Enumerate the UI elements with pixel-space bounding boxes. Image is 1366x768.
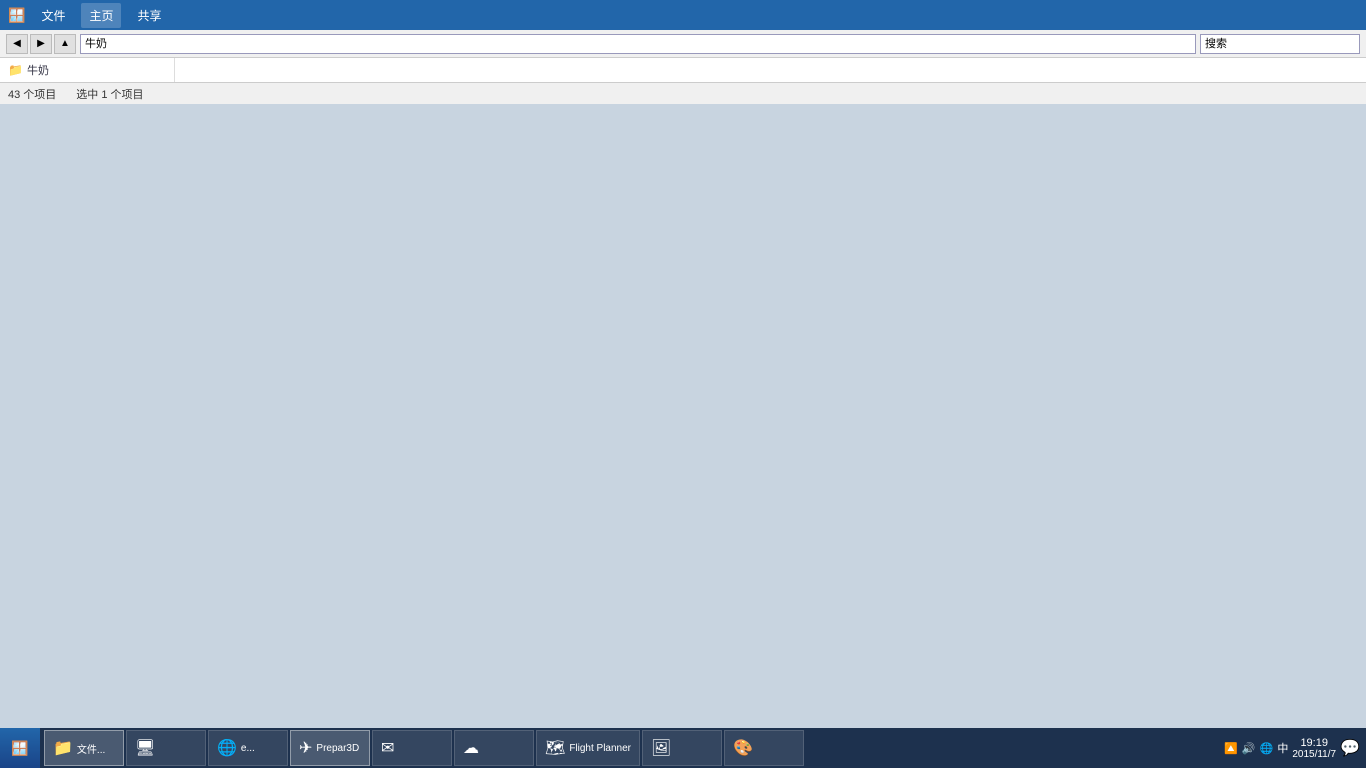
- taskbar-icon-8: 🎨: [733, 738, 753, 758]
- statusbar: 43 个项目 选中 1 个项目: [0, 82, 1366, 104]
- start-button[interactable]: 🪟: [0, 728, 40, 768]
- windows-icon: 🪟: [8, 7, 25, 24]
- sys-tray: 🔼 🔊 🌐 中: [1224, 740, 1288, 756]
- addressbar: ◀ ▶ ▲ 牛奶 搜索: [0, 30, 1366, 58]
- taskbar-item-1[interactable]: 🖥: [126, 730, 206, 766]
- sys-tray-icon-2: 🔊: [1242, 742, 1256, 755]
- taskbar-right: 🔼 🔊 🌐 中 19:19 2015/11/7 💬: [1218, 737, 1366, 760]
- forward-button[interactable]: ▶: [30, 34, 52, 54]
- items-count: 43 个项目: [8, 86, 56, 102]
- taskbar-icon-5: ☁: [463, 738, 479, 758]
- taskbar-item-5[interactable]: ☁: [454, 730, 534, 766]
- taskbar-item-3[interactable]: ✈ Prepar3D: [290, 730, 370, 766]
- taskbar-icon-3: ✈: [299, 738, 312, 758]
- back-button[interactable]: ◀: [6, 34, 28, 54]
- clock-date: 2015/11/7: [1292, 749, 1336, 760]
- nav-buttons: ◀ ▶ ▲: [6, 34, 76, 54]
- tab-share[interactable]: 共享: [129, 3, 169, 28]
- sidebar-label-1: 牛奶: [27, 62, 49, 78]
- win-taskbar: 🪟 📁 文件... 🖥 🌐 e... ✈ Prepar3D ✉ ☁ 🗺 Flig…: [0, 728, 1366, 768]
- taskbar-icon-4: ✉: [381, 738, 394, 758]
- selected-count: 选中 1 个项目: [76, 86, 143, 102]
- taskbar-label-0: 文件...: [77, 741, 105, 756]
- taskbar-item-6[interactable]: 🗺 Flight Planner: [536, 730, 640, 766]
- address-input[interactable]: 牛奶: [80, 34, 1196, 54]
- taskbar-icon-1: 🖥: [135, 738, 155, 758]
- taskbar-items: 📁 文件... 🖥 🌐 e... ✈ Prepar3D ✉ ☁ 🗺 Flight…: [40, 730, 1218, 766]
- up-button[interactable]: ▲: [54, 34, 76, 54]
- tab-file[interactable]: 文件: [33, 3, 73, 28]
- folder-icon: 📁: [8, 63, 23, 77]
- tab-home[interactable]: 主页: [81, 3, 121, 28]
- taskbar-icon-2: 🌐: [217, 738, 237, 758]
- sys-tray-icon-3: 🌐: [1260, 742, 1274, 755]
- windows-top-bar: 🪟 文件 主页 共享: [0, 0, 1366, 30]
- taskbar-item-2[interactable]: 🌐 e...: [208, 730, 288, 766]
- search-input[interactable]: 搜索: [1200, 34, 1360, 54]
- sys-tray-icon-1: 🔼: [1224, 742, 1238, 755]
- taskbar-icon-7: 🖼: [651, 738, 671, 758]
- taskbar-item-8[interactable]: 🎨: [724, 730, 804, 766]
- sys-tray-icon-4: 中: [1277, 740, 1288, 756]
- taskbar-clock[interactable]: 19:19 2015/11/7: [1292, 737, 1336, 760]
- notification-button[interactable]: 💬: [1340, 738, 1360, 758]
- taskbar-item-0[interactable]: 📁 文件...: [44, 730, 124, 766]
- main-area: 📁 牛奶 Prepar3D® Scenario Setup ─ □ ✕: [0, 58, 1366, 82]
- content-pane: Prepar3D® Scenario Setup ─ □ ✕ Vehicle: …: [175, 58, 1366, 82]
- taskbar-label-2: e...: [241, 743, 255, 754]
- taskbar-item-4[interactable]: ✉: [372, 730, 452, 766]
- taskbar-label-6: Flight Planner: [569, 743, 631, 754]
- sidebar: 📁 牛奶: [0, 58, 175, 82]
- taskbar-icon-0: 📁: [53, 738, 73, 758]
- clock-time: 19:19: [1292, 737, 1336, 749]
- taskbar-icon-6: 🗺: [545, 738, 565, 758]
- taskbar-label-3: Prepar3D: [316, 743, 359, 754]
- sidebar-item-1[interactable]: 📁 牛奶: [0, 58, 174, 82]
- taskbar-item-7[interactable]: 🖼: [642, 730, 722, 766]
